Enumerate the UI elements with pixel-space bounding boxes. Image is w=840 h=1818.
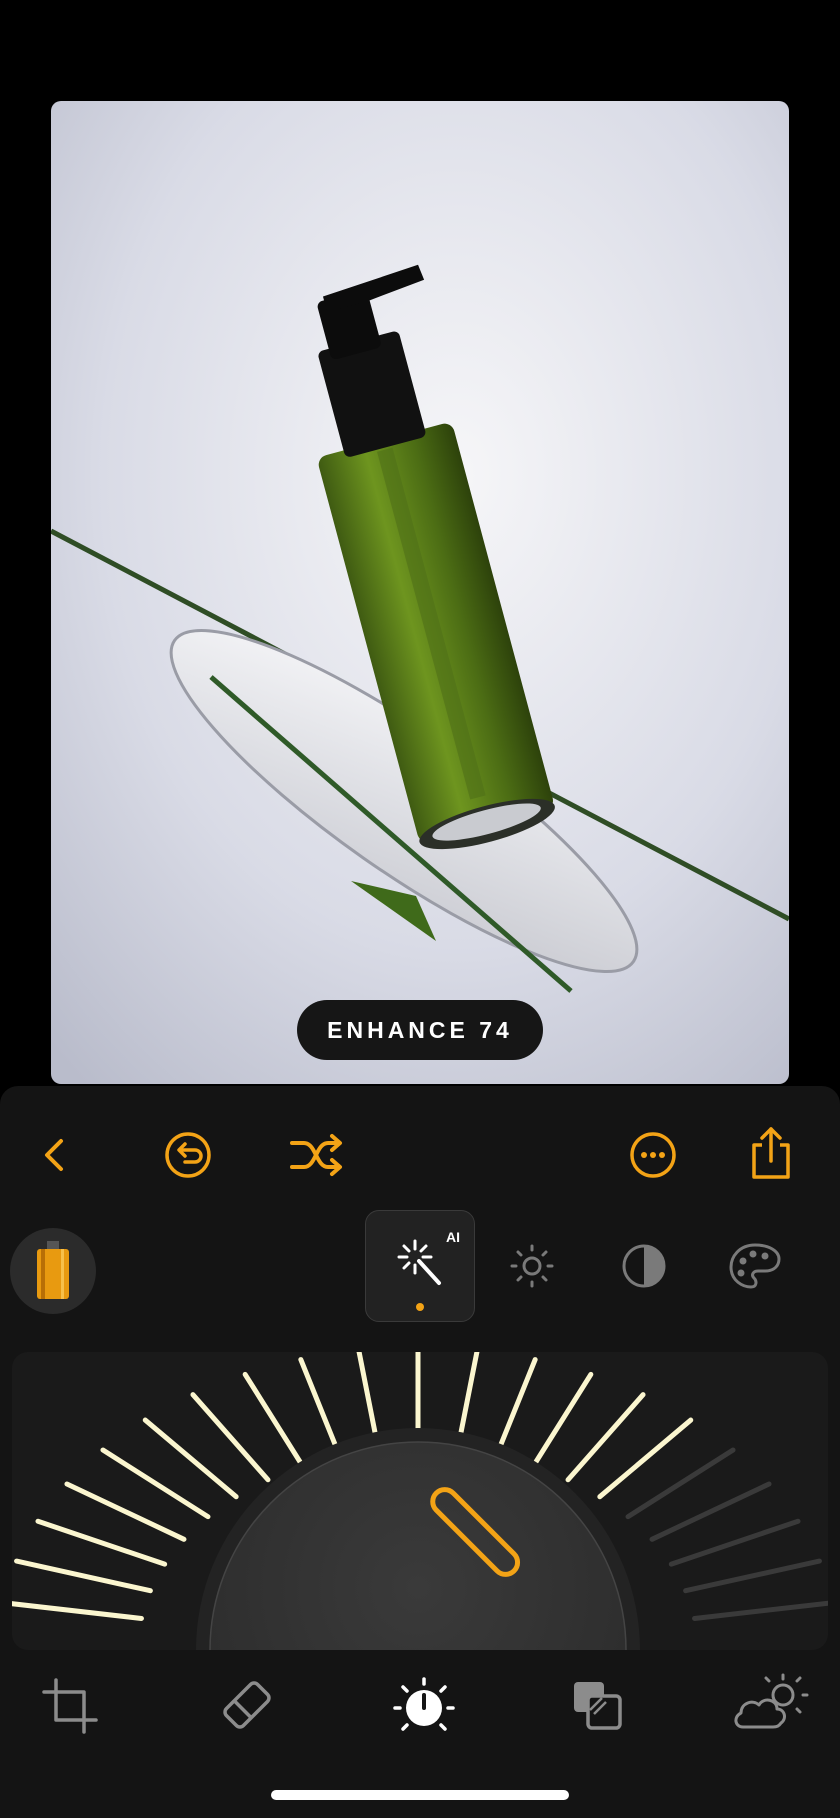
dial-tick — [530, 1371, 594, 1469]
enhance-label: ENHANCE 74 — [327, 1016, 513, 1043]
dial-tick — [14, 1558, 153, 1594]
adjust-dial-icon — [393, 1677, 455, 1731]
film-roll-icon — [37, 1241, 69, 1299]
magic-wand-icon — [397, 1239, 441, 1285]
chevron-left-icon — [45, 1139, 63, 1171]
enhance-value-pill: ENHANCE 74 — [297, 1000, 543, 1060]
dial-tick — [668, 1518, 801, 1567]
home-indicator — [271, 1790, 569, 1800]
more-icon — [630, 1132, 676, 1178]
dial-tick — [692, 1600, 828, 1621]
shuffle-icon — [290, 1134, 342, 1176]
film-roll-button[interactable] — [10, 1228, 96, 1314]
tab-color[interactable] — [726, 1238, 784, 1294]
dial-tick — [493, 1357, 538, 1459]
selected-indicator — [416, 1303, 424, 1311]
dial-tick — [298, 1357, 343, 1459]
more-button[interactable] — [626, 1128, 680, 1182]
back-button[interactable] — [30, 1130, 80, 1180]
dial-tick — [683, 1558, 822, 1594]
photo-canvas[interactable]: ENHANCE 74 — [51, 101, 789, 1084]
nav-eraser[interactable] — [218, 1676, 276, 1734]
dial-tick — [242, 1371, 306, 1469]
eraser-icon — [223, 1681, 271, 1729]
brightness-icon — [510, 1244, 554, 1288]
nav-weather[interactable] — [730, 1672, 810, 1734]
crop-icon — [42, 1678, 98, 1734]
undo-icon — [165, 1132, 211, 1178]
enhance-dial[interactable] — [12, 1352, 828, 1650]
tab-ai-enhance[interactable]: AI — [365, 1210, 475, 1322]
product-photo — [51, 101, 789, 1084]
nav-crop[interactable] — [40, 1676, 100, 1736]
dial-graphic — [12, 1352, 828, 1650]
nav-layers[interactable] — [568, 1676, 626, 1734]
undo-button[interactable] — [161, 1128, 215, 1182]
tab-brightness[interactable] — [506, 1240, 558, 1292]
nav-adjust[interactable] — [392, 1674, 456, 1738]
dial-tick — [35, 1518, 168, 1567]
ai-badge: AI — [446, 1229, 460, 1245]
shuffle-button[interactable] — [286, 1128, 346, 1182]
palette-icon — [729, 1243, 781, 1289]
contrast-icon — [622, 1244, 666, 1288]
share-button[interactable] — [744, 1122, 798, 1184]
layers-icon — [574, 1682, 622, 1730]
tab-contrast[interactable] — [618, 1240, 670, 1292]
weather-icon — [734, 1673, 809, 1729]
dial-tick — [12, 1601, 144, 1621]
share-icon — [752, 1127, 790, 1179]
